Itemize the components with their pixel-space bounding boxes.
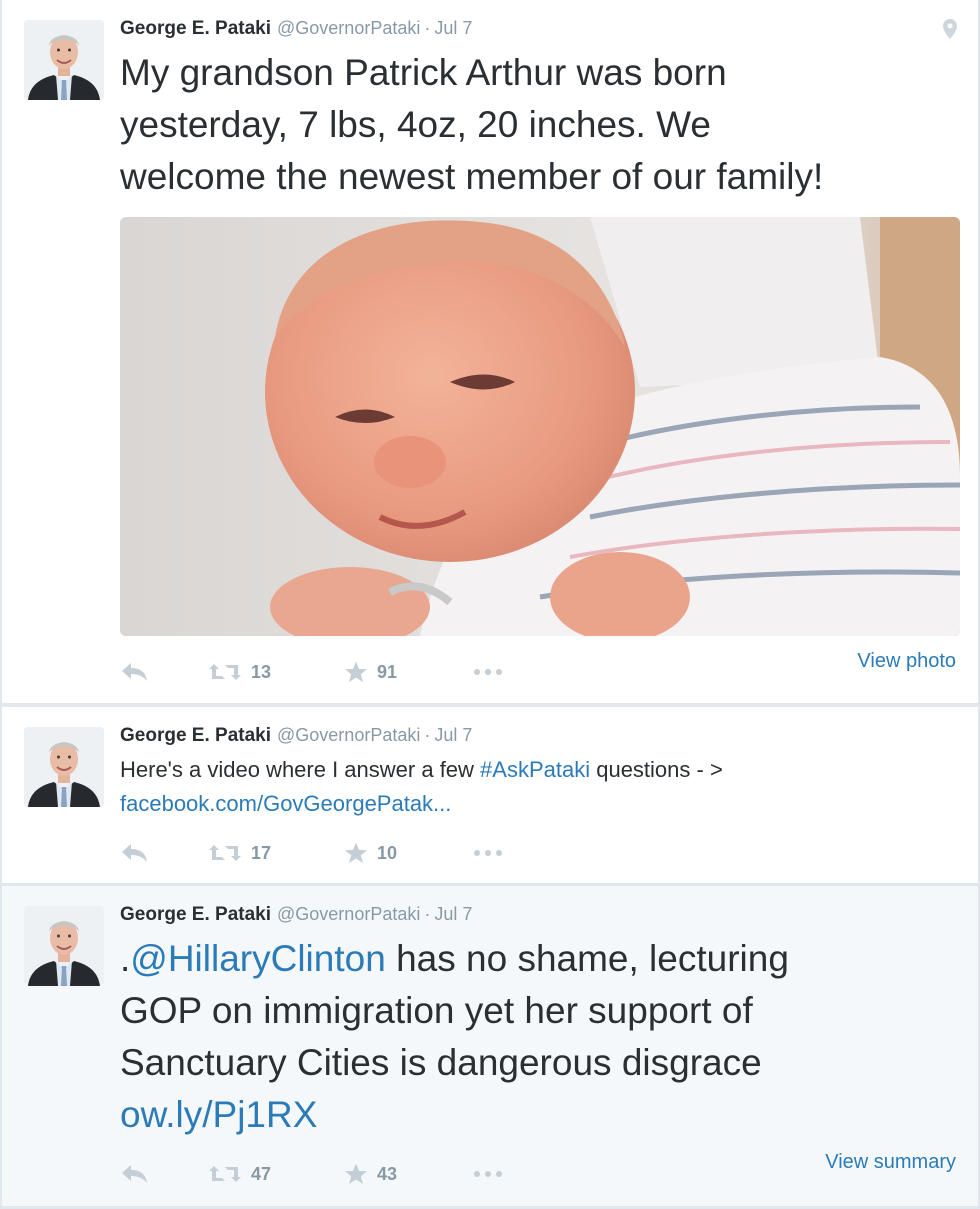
- tweet-header: George E. Pataki @GovernorPataki · Jul 7: [120, 18, 472, 40]
- tweet-photo[interactable]: [120, 217, 960, 636]
- more-button[interactable]: [472, 838, 504, 868]
- star-icon: [344, 660, 368, 684]
- author-avatar[interactable]: [24, 906, 104, 986]
- retweet-icon: [208, 841, 242, 865]
- more-icon: [472, 848, 504, 858]
- tweet-text: .@HillaryClinton has no shame, lecturing…: [120, 933, 789, 1141]
- separator-dot: ·: [424, 725, 431, 745]
- star-icon: [344, 1162, 368, 1186]
- author-name[interactable]: George E. Pataki: [120, 725, 271, 746]
- retweet-button[interactable]: 13: [208, 657, 271, 687]
- favorite-count: 43: [377, 1163, 398, 1184]
- retweet-button[interactable]: 47: [208, 1159, 271, 1189]
- author-name[interactable]: George E. Pataki: [120, 904, 271, 925]
- tweet-header: George E. Pataki @GovernorPataki · Jul 7: [120, 725, 472, 747]
- tweet-header: George E. Pataki @GovernorPataki · Jul 7: [120, 904, 472, 926]
- tweet-text-line: Sanctuary Cities is dangerous disgrace: [120, 1042, 762, 1083]
- favorite-count: 91: [377, 661, 398, 682]
- reply-icon: [120, 841, 150, 865]
- reply-icon: [120, 660, 150, 684]
- star-icon: [344, 841, 368, 865]
- favorite-button[interactable]: 43: [344, 1159, 397, 1189]
- tweet-timestamp[interactable]: Jul 7: [434, 725, 472, 745]
- author-name[interactable]: George E. Pataki: [120, 18, 271, 39]
- tweet-text-segment: questions - >: [590, 757, 723, 782]
- favorite-button[interactable]: 91: [344, 657, 397, 687]
- more-icon: [472, 667, 504, 677]
- tweet-text-segment: .: [120, 938, 131, 979]
- separator-dot: ·: [424, 18, 431, 38]
- more-button[interactable]: [472, 1159, 504, 1189]
- retweet-icon: [208, 660, 242, 684]
- tweet-text-line: My grandson Patrick Arthur was born: [120, 52, 727, 93]
- author-avatar[interactable]: [24, 727, 104, 807]
- author-handle[interactable]: @GovernorPataki: [277, 18, 420, 38]
- retweet-count: 47: [251, 1163, 272, 1184]
- tweet-text: Here's a video where I answer a few #Ask…: [120, 753, 723, 821]
- tweet-text: My grandson Patrick Arthur was born yest…: [120, 47, 823, 203]
- external-link[interactable]: ow.ly/Pj1RX: [120, 1089, 789, 1141]
- tweet[interactable]: George E. Pataki @GovernorPataki · Jul 7 My…: [2, 0, 978, 703]
- more-button[interactable]: [472, 657, 504, 687]
- retweet-count: 13: [251, 661, 272, 682]
- tweet-text-line: .@HillaryClinton has no shame, lecturing: [120, 933, 789, 985]
- author-avatar[interactable]: [24, 20, 104, 100]
- hashtag-link[interactable]: #AskPataki: [480, 757, 590, 782]
- more-icon: [472, 1169, 504, 1179]
- view-summary-link[interactable]: View summary: [825, 1151, 956, 1174]
- reply-icon: [120, 1162, 150, 1186]
- tweet-text-line: GOP on immigration yet her support of: [120, 990, 753, 1031]
- author-handle[interactable]: @GovernorPataki: [277, 904, 420, 924]
- reply-button[interactable]: [120, 1159, 150, 1189]
- author-handle[interactable]: @GovernorPataki: [277, 725, 420, 745]
- tweet-text-line: Here's a video where I answer a few #Ask…: [120, 753, 723, 787]
- reply-button[interactable]: [120, 657, 150, 687]
- tweet-timestamp[interactable]: Jul 7: [434, 904, 472, 924]
- tweet[interactable]: George E. Pataki @GovernorPataki · Jul 7 He…: [2, 707, 978, 883]
- tweet[interactable]: George E. Pataki @GovernorPataki · Jul 7 .@…: [2, 886, 978, 1206]
- tweet-text-segment: Here's a video where I answer a few: [120, 757, 481, 782]
- tweet-text-segment: has no shame, lecturing: [385, 938, 789, 979]
- favorite-button[interactable]: 10: [344, 838, 397, 868]
- mention-link[interactable]: @HillaryClinton: [130, 938, 386, 979]
- location-pin-icon[interactable]: [942, 18, 958, 45]
- retweet-icon: [208, 1162, 242, 1186]
- retweet-button[interactable]: 17: [208, 838, 271, 868]
- view-photo-link[interactable]: View photo: [857, 650, 956, 673]
- favorite-count: 10: [377, 842, 398, 863]
- external-link[interactable]: facebook.com/GovGeorgePatak...: [120, 787, 723, 821]
- tweet-text-line: welcome the newest member of our family!: [120, 156, 824, 197]
- tweet-text-line: yesterday, 7 lbs, 4oz, 20 inches. We: [120, 104, 711, 145]
- tweet-timestamp[interactable]: Jul 7: [434, 18, 472, 38]
- tweet-timeline: George E. Pataki @GovernorPataki · Jul 7 My…: [0, 0, 980, 1209]
- retweet-count: 17: [251, 842, 272, 863]
- reply-button[interactable]: [120, 838, 150, 868]
- separator-dot: ·: [424, 904, 431, 924]
